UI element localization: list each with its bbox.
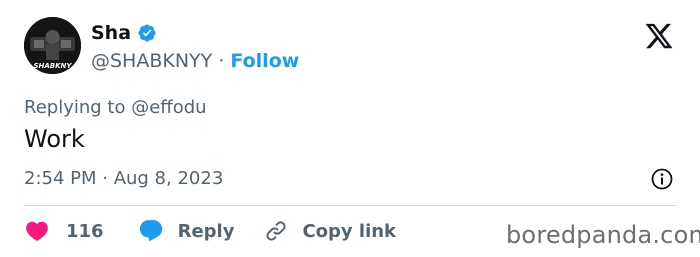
action-bar: 116 Reply Copy link [24,216,396,246]
heart-icon [26,221,48,241]
replying-to: Replying to @effodu [24,96,207,120]
tweet-timestamp[interactable]: 2:54 PM · Aug 8, 2023 [24,167,223,191]
avatar-logo-text: SHABKNY [33,62,72,70]
follow-button[interactable]: Follow [230,50,299,72]
watermark: boredpanda.com [506,221,700,249]
author-handle-row: @SHABKNYY · Follow [91,49,299,73]
info-icon[interactable] [650,167,674,191]
x-logo-icon[interactable] [644,21,674,51]
author-name-row: Sha [91,21,157,45]
like-button[interactable]: 116 [24,218,104,244]
replying-prefix: Replying to [24,97,126,118]
copy-link-label: Copy link [302,220,397,242]
reply-button[interactable]: Reply [138,218,235,244]
author-handle[interactable]: @SHABKNYY [91,50,212,72]
replying-to-mention[interactable]: @effodu [131,97,206,118]
like-count: 116 [66,220,104,242]
tweet-text: Work [24,125,85,153]
copy-link-button[interactable]: Copy link [264,219,396,243]
link-icon [266,221,287,241]
divider [24,205,676,206]
speech-bubble-icon [139,220,162,242]
avatar-image: SHABKNY [24,17,81,74]
avatar[interactable]: SHABKNY [24,17,81,74]
author-name[interactable]: Sha [91,21,131,45]
handle-separator: · [218,50,225,72]
reply-label: Reply [177,220,235,242]
verified-badge-icon [138,24,156,42]
